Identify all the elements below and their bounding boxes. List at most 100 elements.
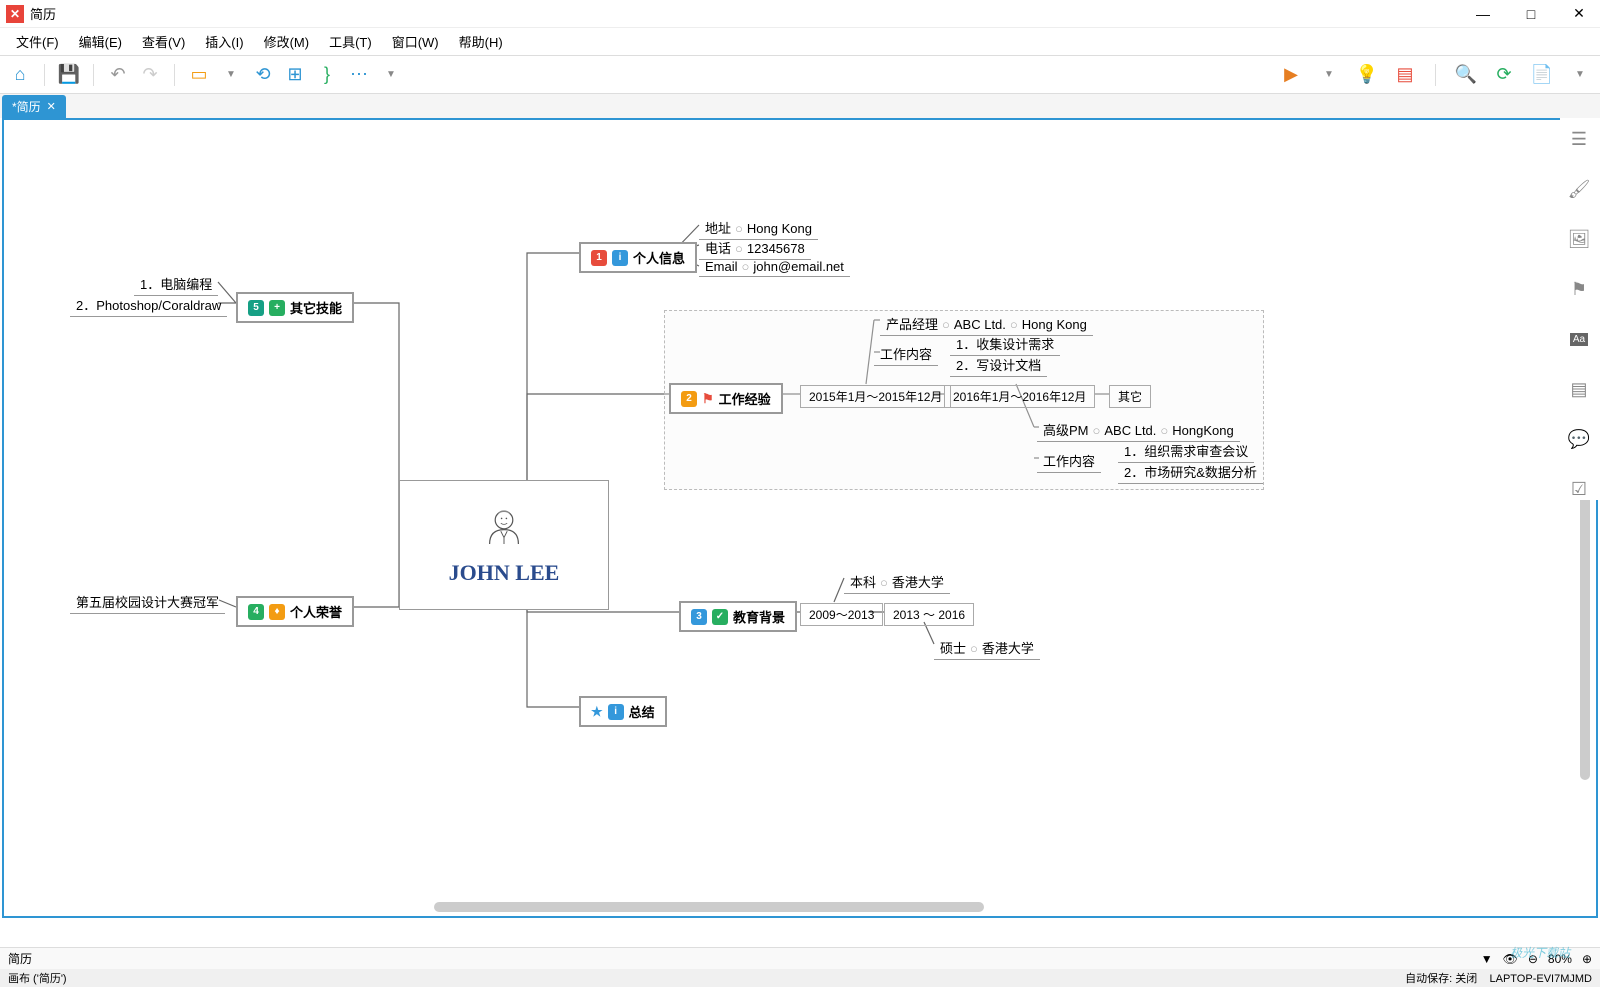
node-personal-info[interactable]: 1 i 个人信息	[579, 242, 697, 273]
work-job2-task2[interactable]: 2．市场研究&数据分析	[1118, 460, 1263, 484]
connectors	[4, 120, 1344, 918]
label: Email	[705, 259, 738, 274]
redo-icon[interactable]: ↷	[138, 63, 162, 87]
work-job1-task2[interactable]: 2．写设计文档	[950, 353, 1047, 377]
menu-help[interactable]: 帮助(H)	[449, 29, 513, 54]
value: Hong Kong	[1022, 317, 1087, 332]
value: 12345678	[747, 241, 805, 256]
canvas[interactable]: JOHN LEE 1 i 个人信息 2 ⚑ 工作经验 3 ✓ 教育背景 ★ i …	[2, 118, 1598, 918]
text-icon[interactable]: Aa	[1568, 328, 1590, 350]
close-button[interactable]: ✕	[1564, 4, 1594, 24]
node-summary[interactable]: ★ i 总结	[579, 696, 667, 727]
work-period-2[interactable]: 2016年1月～2016年12月	[944, 385, 1095, 408]
separator	[174, 64, 175, 86]
search-icon[interactable]: 🔍	[1454, 63, 1478, 87]
central-name: JOHN LEE	[449, 560, 560, 586]
home-icon[interactable]: ⌂	[8, 63, 32, 87]
honor-1[interactable]: 第五届校园设计大赛冠军	[70, 590, 225, 614]
filter-icon[interactable]: ▼	[1481, 952, 1493, 966]
comment-icon[interactable]: 💬	[1568, 428, 1590, 450]
priority-badge: 1	[591, 250, 607, 266]
zoom-in-icon[interactable]: ⊕	[1582, 952, 1592, 966]
personal-email[interactable]: Email○john@email.net	[699, 257, 850, 277]
menu-edit[interactable]: 编辑(E)	[69, 29, 132, 54]
export-icon[interactable]: 📄	[1530, 63, 1554, 87]
menu-modify[interactable]: 修改(M)	[254, 29, 320, 54]
tab-bar: *简历 ✕	[0, 94, 1600, 118]
maximize-button[interactable]: □	[1516, 4, 1546, 24]
app-icon: ✕	[6, 5, 24, 23]
format-icon[interactable]: 🖌	[1568, 178, 1590, 200]
dropdown-icon[interactable]: ▼	[219, 63, 243, 87]
summary-icon[interactable]: }	[315, 63, 339, 87]
more-icon[interactable]: ⋯	[347, 63, 371, 87]
edu-degree-2[interactable]: 硕士○香港大学	[934, 636, 1040, 660]
node-label: 工作经验	[719, 389, 771, 408]
node-work-exp[interactable]: 2 ⚑ 工作经验	[669, 383, 783, 414]
flag-icon: ⚑	[702, 391, 714, 407]
dropdown-icon[interactable]: ▼	[1568, 63, 1592, 87]
bottom-bar: 简历 ▼ 👁 ⊖ 80% ⊕	[0, 947, 1600, 969]
skill-2[interactable]: 2．Photoshop/Coraldraw	[70, 293, 227, 317]
value: 硕士	[940, 641, 966, 656]
value: ABC Ltd.	[954, 317, 1006, 332]
work-job2-content-label[interactable]: 工作内容	[1037, 449, 1101, 473]
tab-close-icon[interactable]: ✕	[47, 100, 56, 113]
value: Hong Kong	[747, 221, 812, 236]
menu-file[interactable]: 文件(F)	[6, 29, 69, 54]
window-controls: — □ ✕	[1468, 4, 1594, 24]
tab-label: *简历	[12, 98, 41, 115]
boundary-icon[interactable]: ⊞	[283, 63, 307, 87]
info-badge: i	[608, 704, 624, 720]
edu-period-2[interactable]: 2013 ～ 2016	[884, 603, 974, 626]
marker-icon[interactable]: ⚑	[1568, 278, 1590, 300]
value: john@email.net	[753, 259, 844, 274]
undo-icon[interactable]: ↶	[106, 63, 130, 87]
work-job1-content-label[interactable]: 工作内容	[874, 342, 938, 366]
work-period-1[interactable]: 2015年1月～2015年12月	[800, 385, 951, 408]
node-label: 总结	[629, 702, 655, 721]
value: ABC Ltd.	[1104, 423, 1156, 438]
dropdown-icon[interactable]: ▼	[1317, 63, 1341, 87]
gantt-icon[interactable]: ▤	[1393, 63, 1417, 87]
node-skills[interactable]: 5 + 其它技能	[236, 292, 354, 323]
edu-degree-1[interactable]: 本科○香港大学	[844, 570, 950, 594]
topic-icon[interactable]: ▭	[187, 63, 211, 87]
status-device: LAPTOP-EVI7MJMD	[1490, 973, 1593, 985]
work-other[interactable]: 其它	[1109, 385, 1151, 408]
value: 本科	[850, 575, 876, 590]
task-icon[interactable]: ☑	[1568, 478, 1590, 500]
status-autosave: 自动保存: 关闭	[1405, 973, 1477, 985]
separator	[93, 64, 94, 86]
priority-badge: 4	[248, 604, 264, 620]
award-badge: ♦	[269, 604, 285, 620]
check-badge: ✓	[712, 609, 728, 625]
document-tab[interactable]: *简历 ✕	[2, 95, 66, 118]
toolbar: ⌂ 💾 ↶ ↷ ▭ ▼ ⟲ ⊞ } ⋯ ▼ ▶ ▼ 💡 ▤ 🔍 ⟳ 📄 ▼	[0, 56, 1600, 94]
notes-icon[interactable]: ▤	[1568, 378, 1590, 400]
menu-window[interactable]: 窗口(W)	[382, 29, 449, 54]
menu-tool[interactable]: 工具(T)	[319, 29, 382, 54]
relation-icon[interactable]: ⟲	[251, 63, 275, 87]
outline-icon[interactable]: ☰	[1568, 128, 1590, 150]
node-education[interactable]: 3 ✓ 教育背景	[679, 601, 797, 632]
minimize-button[interactable]: —	[1468, 4, 1498, 24]
horizontal-scrollbar[interactable]	[434, 902, 984, 912]
bottom-label: 简历	[8, 950, 32, 967]
node-honor[interactable]: 4 ♦ 个人荣誉	[236, 596, 354, 627]
menu-insert[interactable]: 插入(I)	[195, 29, 253, 54]
node-label: 其它技能	[290, 298, 342, 317]
dropdown-icon[interactable]: ▼	[379, 63, 403, 87]
menu-view[interactable]: 查看(V)	[132, 29, 195, 54]
window-title: 简历	[30, 4, 1468, 23]
status-bar: 画布 ('简历') 自动保存: 关闭 LAPTOP-EVI7MJMD	[0, 969, 1600, 987]
share-icon[interactable]: ⟳	[1492, 63, 1516, 87]
image-icon[interactable]: 🖼	[1568, 228, 1590, 250]
node-label: 个人荣誉	[290, 602, 342, 621]
edu-period-1[interactable]: 2009～2013	[800, 603, 883, 626]
central-topic[interactable]: JOHN LEE	[399, 480, 609, 610]
value: 香港大学	[892, 575, 944, 590]
present-icon[interactable]: ▶	[1279, 63, 1303, 87]
save-icon[interactable]: 💾	[57, 63, 81, 87]
idea-icon[interactable]: 💡	[1355, 63, 1379, 87]
